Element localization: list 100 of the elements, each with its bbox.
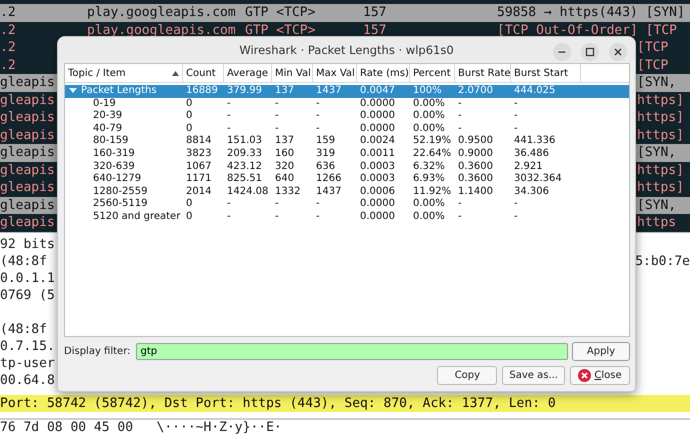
packet-cell-text: 157 (363, 4, 388, 22)
table-cell: 0.0003 (360, 160, 395, 174)
table-cell: 0.00% (413, 98, 445, 110)
column-header[interactable]: Percent (410, 64, 455, 82)
table-cell: 319 (316, 148, 336, 161)
column-header[interactable]: Max Val (313, 64, 357, 82)
table-cell: 0.0024 (360, 135, 395, 148)
table-cell: 0.00% (413, 210, 445, 224)
packet-cell-text: https] (637, 162, 685, 179)
table-cell: 137 (275, 85, 294, 98)
table-cell: 2014 (186, 186, 212, 198)
table-cell: 320-639 (93, 160, 135, 174)
table-cell: 640-1279 (93, 173, 142, 186)
table-cell: 6.32% (413, 160, 445, 174)
table-cell: - (316, 122, 320, 136)
table-cell: 160 (275, 148, 294, 161)
column-header[interactable]: Burst Start (511, 64, 581, 82)
apply-button[interactable]: Apply (572, 342, 630, 361)
packet-cell-text: [SYN, (637, 74, 678, 92)
table-row[interactable]: 160-319 3823 209.33 160 319 0.0011 22.64% 0.9000 36.486 (65, 148, 629, 161)
column-header[interactable]: Count (183, 64, 224, 82)
column-header[interactable]: Average (224, 64, 272, 82)
table-cell: - (275, 110, 279, 123)
table-row[interactable]: 80-159 8814 151.03 137 159 0.0024 52.19% 0.9500 441.336 (65, 135, 629, 148)
table-cell: - (514, 122, 518, 136)
dialog-button[interactable]: Save as... (502, 366, 565, 385)
table-cell: 0.00% (413, 198, 445, 211)
maximize-icon (581, 43, 599, 61)
packet-cell: gleapis (0, 179, 55, 196)
table-cell: 5120 and greater (93, 210, 180, 224)
dialog-button[interactable]: Copy (437, 366, 498, 385)
table-cell: 159 (316, 135, 336, 148)
detail-text: 0.7.15. (0, 338, 55, 354)
column-header[interactable]: Rate (ms) (357, 64, 410, 82)
table-row[interactable]: 640-1279 1171 825.51 640 1266 0.0003 6.93% 0.3600 3032.364 (65, 173, 629, 186)
detail-text: 92 bits (0, 236, 55, 252)
close-button[interactable]: Close (570, 366, 630, 385)
table-cell: 441.336 (514, 135, 556, 148)
table-cell: 209.33 (227, 148, 262, 161)
table-cell: - (458, 122, 462, 136)
expanded-arrow-icon (69, 88, 77, 94)
table-cell: 100% (413, 85, 442, 98)
table-cell: 0.00% (413, 122, 445, 136)
table-row[interactable]: Packet Lengths 16889 379.99 137 1437 0.0047 100% 2.0700 444.025 (65, 85, 629, 98)
table-cell: 3823 (186, 148, 212, 161)
packet-cell-text: https] (637, 92, 685, 109)
packet-row[interactable]: .2 play.googleapis.com GTP <TCP> 157 59858 → https(443) [SYN] (0, 4, 690, 22)
table-cell: - (514, 198, 518, 211)
table-row[interactable]: 1280-2559 2014 1424.08 1332 1437 0.0006 11.92% 1.1400 34.306 (65, 186, 629, 198)
packet-cell-text: https] (637, 179, 685, 196)
packet-cell: gleapis (0, 74, 55, 92)
packet-cell: gleapis (0, 144, 55, 162)
table-cell: 137 (275, 135, 294, 148)
table-cell: 6.93% (413, 173, 445, 186)
column-header[interactable]: Burst Rate (455, 64, 511, 82)
table-cell: 640 (275, 173, 294, 186)
packet-cell-text: [SYN, (637, 144, 678, 162)
table-cell: 636 (316, 160, 336, 174)
table-cell: 1280-2559 (93, 186, 148, 198)
table-row[interactable]: 20-39 0 - - - 0.0000 0.00% - - (65, 110, 629, 123)
packet-cell-text: [TCP (637, 39, 670, 56)
packet-cell-text: [SYN, (637, 196, 678, 214)
detail-text: 0769 (5 (0, 286, 55, 304)
detail-text: 00.64.8 (0, 372, 55, 388)
table-row[interactable]: 320-639 1067 423.12 320 636 0.0003 6.32% 0.3600 2.921 (65, 160, 629, 174)
table-cell: 423.12 (227, 160, 262, 174)
table-cell: 2.921 (514, 160, 543, 174)
table-cell: 11.92% (413, 186, 452, 198)
table-cell: - (514, 98, 518, 110)
packet-cell-text: play.googleapis.com (87, 4, 237, 22)
table-cell: 36.486 (514, 148, 549, 161)
window-title: Wireshark · Packet Lengths · wlp61s0 (239, 42, 454, 56)
detail-text: 5:b0:7e (635, 252, 690, 270)
column-header[interactable]: Topic / Item (65, 64, 183, 82)
table-cell: 0 (186, 110, 192, 123)
packet-cell: .2 (0, 56, 16, 74)
column-header[interactable]: Min Val (272, 64, 313, 82)
table-cell: 320 (275, 160, 294, 174)
display-filter-field[interactable]: gtp (136, 343, 568, 360)
table-cell: 16889 (186, 85, 218, 98)
packet-cell-text: https] (637, 126, 685, 144)
table-cell: - (514, 110, 518, 123)
table-row[interactable]: 0-19 0 - - - 0.0000 0.00% - - (65, 98, 629, 110)
table-row[interactable]: 40-79 0 - - - 0.0000 0.00% - - (65, 122, 629, 136)
table-cell: 22.64% (413, 148, 452, 161)
table-cell: 0 (186, 122, 192, 136)
table-cell: 0.3600 (458, 173, 493, 186)
field-label: Display filter: (64, 346, 130, 357)
table-cell: 0.00% (413, 110, 445, 123)
table-cell: 34.306 (514, 186, 549, 198)
table-row[interactable]: 5120 and greater 0 - - - 0.0000 0.00% - - (65, 210, 629, 224)
packet-cell: gleapis (0, 109, 55, 126)
table-cell: 1171 (186, 173, 212, 186)
detail-text: (48:8f (0, 252, 47, 270)
table-cell: 2560-5119 (93, 198, 148, 211)
table-row[interactable]: 2560-5119 0 - - - 0.0000 0.00% - - (65, 198, 629, 211)
table-cell: - (316, 110, 320, 123)
close-icon (578, 369, 592, 382)
table-cell: - (316, 98, 320, 110)
table-cell: 1332 (275, 186, 300, 198)
